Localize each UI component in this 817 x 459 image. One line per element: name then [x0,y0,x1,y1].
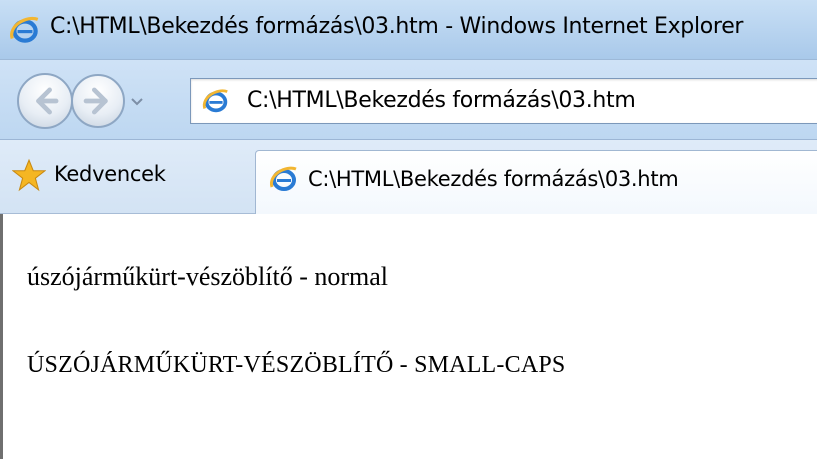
window-title-bar: C:\HTML\Bekezdés formázás\03.htm - Windo… [0,0,817,60]
favorites-label: Kedvencek [54,162,166,186]
forward-arrow-icon [83,87,108,115]
paragraph-normal: úszójárműkürt-vészöblítő - normal [27,262,389,291]
address-text[interactable]: C:\HTML\Bekezdés formázás\03.htm [247,88,636,113]
star-icon [12,158,46,192]
ie-icon [269,166,297,191]
tab-bar: Kedvencek C:\HTML\Bekezdés formázás\03.h… [0,140,817,214]
tab-label: C:\HTML\Bekezdés formázás\03.htm [308,167,679,191]
back-arrow-icon [36,87,59,115]
ie-icon [202,89,228,113]
paragraph-small-caps: ÚSZÓJÁRMŰKÜRT-VÉSZÖBLÍTŐ - SMALL-CAPS [27,352,566,378]
navigation-bar: C:\HTML\Bekezdés formázás\03.htm [0,60,817,140]
page-content: úszójárműkürt-vészöblítő - normal ÚSZÓJÁ… [0,214,817,459]
forward-button[interactable] [71,74,125,128]
chevron-down-icon[interactable] [128,92,146,110]
ie-icon [10,16,39,43]
back-button[interactable] [17,73,73,129]
address-bar[interactable]: C:\HTML\Bekezdés formázás\03.htm [190,78,817,124]
tab-current-page[interactable]: C:\HTML\Bekezdés formázás\03.htm [255,150,817,214]
window-title: C:\HTML\Bekezdés formázás\03.htm - Windo… [50,14,744,39]
